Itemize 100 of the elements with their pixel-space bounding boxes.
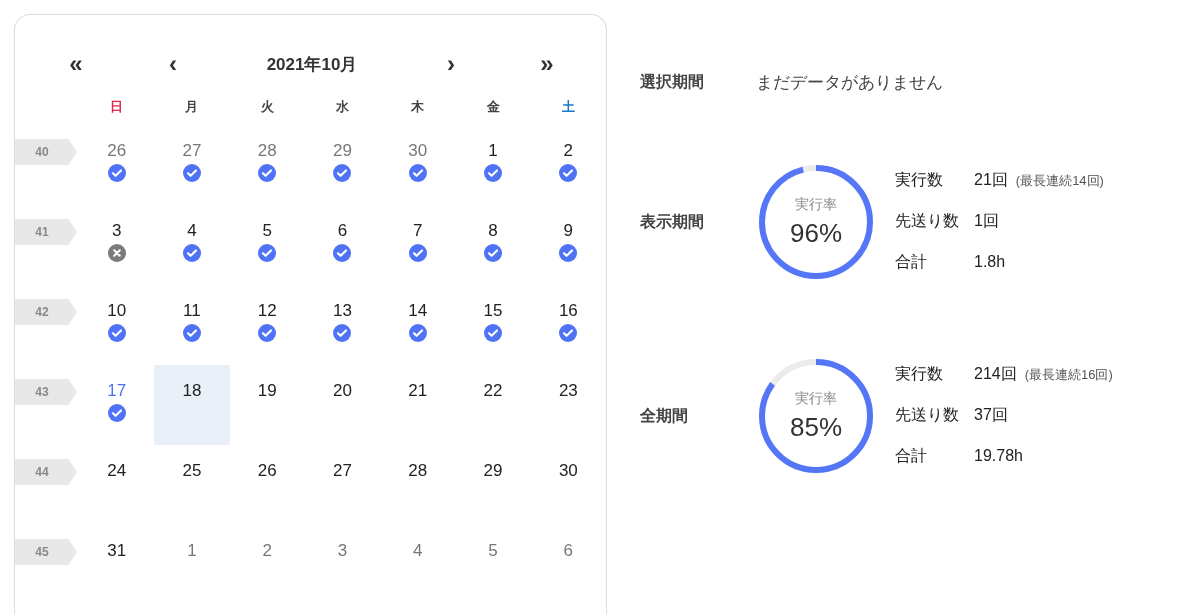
stat-value: 1回: [974, 211, 999, 231]
day-number: 29: [333, 140, 352, 162]
day-cell[interactable]: 1: [455, 125, 531, 205]
day-number: 9: [563, 220, 574, 242]
day-cell[interactable]: 4: [380, 525, 456, 605]
day-number: 27: [182, 140, 202, 162]
day-number: 3: [337, 540, 348, 562]
day-number: 22: [483, 380, 503, 402]
day-cell[interactable]: 2: [530, 125, 606, 205]
day-number: 2: [262, 540, 272, 562]
stat-label: 合計: [895, 446, 928, 466]
day-cell[interactable]: 1: [154, 525, 230, 605]
day-cell[interactable]: 29: [455, 445, 531, 525]
previous-month-button[interactable]: ‹: [148, 50, 198, 78]
day-cell[interactable]: 6: [530, 525, 606, 605]
day-number: 13: [333, 300, 352, 322]
day-cell[interactable]: 22: [455, 365, 531, 445]
stat-value: 214回: [974, 364, 1017, 384]
next-month-button[interactable]: ›: [426, 50, 476, 78]
weekday-label: 水: [335, 98, 350, 116]
day-cell[interactable]: 3: [79, 205, 155, 285]
day-cell[interactable]: 30: [530, 445, 606, 525]
day-number: 29: [483, 460, 503, 482]
day-cell[interactable]: 21: [380, 365, 456, 445]
day-cell[interactable]: 5: [229, 205, 305, 285]
stat-value: 37回: [974, 405, 1008, 425]
day-number: 15: [483, 300, 503, 322]
day-number: 25: [182, 460, 202, 482]
day-cell[interactable]: 13: [304, 285, 381, 365]
stat-label: 先送り数: [895, 211, 960, 231]
day-number: 30: [408, 140, 428, 162]
day-cell[interactable]: 15: [455, 285, 531, 365]
day-number: 28: [408, 460, 428, 482]
day-cell[interactable]: 24: [79, 445, 155, 525]
day-cell[interactable]: 9: [530, 205, 606, 285]
rate-label: 実行率: [795, 389, 837, 408]
weekday-label: 土: [560, 98, 576, 116]
day-cell[interactable]: 19: [229, 365, 305, 445]
day-cell[interactable]: 28: [229, 125, 305, 205]
day-cell[interactable]: 27: [154, 125, 230, 205]
day-number: 19: [257, 380, 277, 402]
empty-message: まだデータがありません: [756, 71, 943, 94]
day-number: 6: [337, 220, 348, 242]
day-number: 11: [183, 300, 201, 322]
rate-value: 85%: [789, 411, 842, 443]
day-cell[interactable]: 6: [304, 205, 381, 285]
day-cell[interactable]: 27: [304, 445, 381, 525]
day-number: 12: [257, 300, 277, 322]
month-title: 2021年10月: [265, 53, 359, 76]
weekday-label: 月: [184, 98, 200, 116]
weekday-label: 金: [485, 98, 501, 116]
day-cell[interactable]: 8: [455, 205, 531, 285]
day-cell[interactable]: 18: [154, 365, 230, 445]
period-label: 全期間: [640, 405, 689, 426]
stat-label: 合計: [895, 252, 928, 272]
day-cell[interactable]: 28: [380, 445, 456, 525]
day-cell[interactable]: 3: [304, 525, 381, 605]
day-cell[interactable]: 29: [304, 125, 381, 205]
day-number: 28: [257, 140, 277, 162]
day-cell[interactable]: 5: [455, 525, 531, 605]
day-number: 24: [107, 460, 127, 482]
day-number: 1: [187, 540, 197, 562]
day-cell[interactable]: 2: [229, 525, 305, 605]
day-number: 21: [408, 380, 428, 402]
period-label: 表示期間: [640, 211, 705, 232]
day-cell[interactable]: 7: [380, 205, 456, 285]
day-cell[interactable]: 25: [154, 445, 230, 525]
day-number: 6: [563, 540, 574, 562]
day-number: 31: [107, 540, 127, 562]
day-number: 1: [488, 140, 498, 162]
day-cell[interactable]: 31: [79, 525, 155, 605]
day-cell[interactable]: 12: [229, 285, 305, 365]
day-number: 10: [107, 300, 127, 322]
weekday-label: 日: [109, 98, 125, 116]
period-label: 選択期間: [640, 71, 705, 92]
next-year-button[interactable]: »: [522, 50, 572, 78]
weekday-label: 火: [259, 98, 275, 116]
day-number: 17: [107, 380, 127, 402]
day-number: 26: [107, 140, 127, 162]
day-number: 3: [111, 220, 122, 242]
day-number: 16: [558, 300, 578, 322]
day-cell[interactable]: 14: [380, 285, 456, 365]
day-cell[interactable]: 16: [530, 285, 606, 365]
day-cell[interactable]: 30: [380, 125, 456, 205]
day-cell[interactable]: 11: [154, 285, 230, 365]
day-cell[interactable]: 23: [530, 365, 606, 445]
previous-year-button[interactable]: «: [51, 50, 101, 78]
weekday-label: 木: [410, 98, 426, 116]
stat-label: 先送り数: [895, 405, 960, 425]
day-cell[interactable]: 4: [154, 205, 230, 285]
day-number: 2: [563, 140, 574, 162]
day-number: 27: [333, 460, 352, 482]
day-cell[interactable]: 20: [304, 365, 381, 445]
day-cell[interactable]: 26: [79, 125, 155, 205]
stat-label: 実行数: [895, 364, 944, 384]
day-cell[interactable]: 10: [79, 285, 155, 365]
day-number: 5: [262, 220, 272, 242]
day-cell[interactable]: 17: [79, 365, 155, 445]
day-number: 26: [257, 460, 277, 482]
day-cell[interactable]: 26: [229, 445, 305, 525]
